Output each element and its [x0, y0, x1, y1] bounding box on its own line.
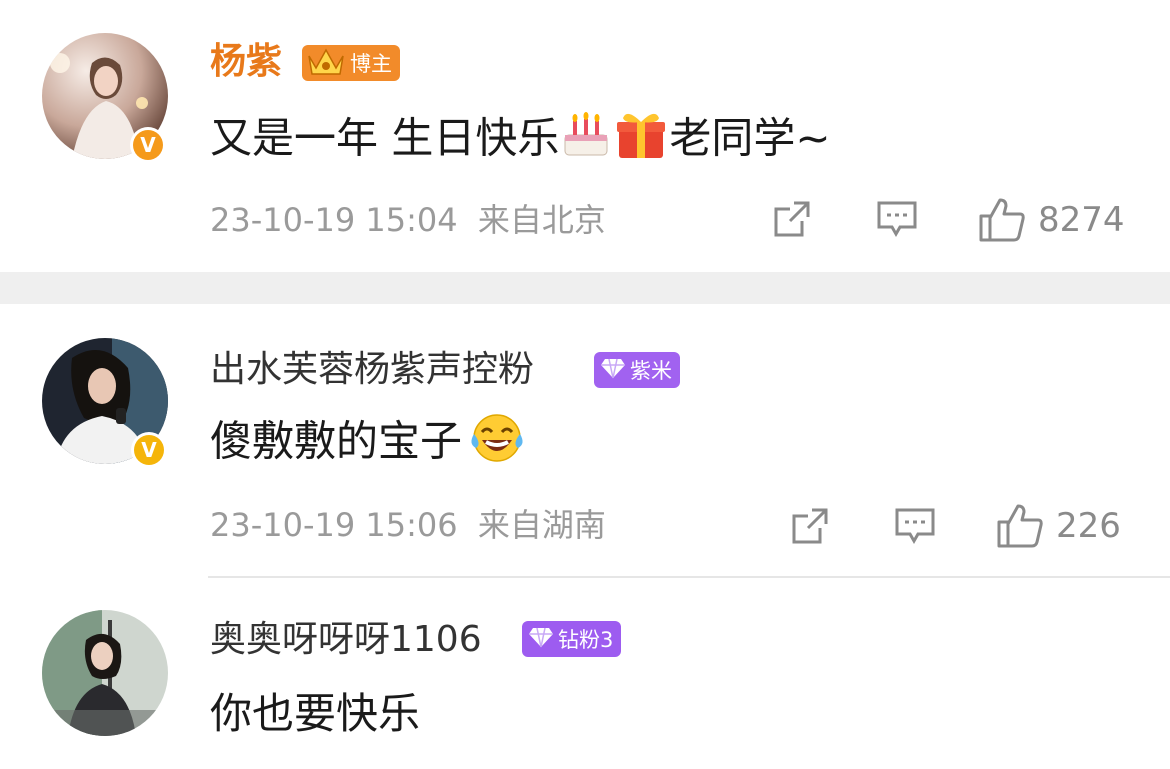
username[interactable]: 杨紫: [210, 40, 282, 84]
comment-text-main: 又是一年 生日快乐: [210, 113, 560, 163]
diamond-icon: [600, 357, 626, 384]
laughing-tears-emoji: [468, 412, 526, 476]
comment-meta: 23-10-19 15:06 来自湖南: [210, 505, 606, 545]
avatar[interactable]: [42, 610, 168, 736]
comment-text-main: 傻敷敷的宝子: [210, 416, 463, 466]
gift-emoji: [613, 110, 669, 172]
like-count: 8274: [1038, 200, 1125, 240]
share-button[interactable]: [790, 506, 830, 546]
comment-text-tail: 老同学~: [669, 113, 831, 163]
thumbs-up-icon: [979, 198, 1025, 242]
diamond-icon: [528, 626, 554, 653]
comment-button[interactable]: [894, 505, 936, 547]
comment-text-main: 你也要快乐: [210, 689, 421, 738]
timestamp: 23-10-19 15:06: [210, 506, 458, 544]
like-button[interactable]: 8274: [978, 196, 1125, 244]
share-button[interactable]: [772, 199, 812, 239]
share-icon: [792, 508, 828, 544]
timestamp: 23-10-19 15:04: [210, 201, 458, 239]
crown-icon: [306, 46, 346, 81]
share-icon: [774, 201, 810, 237]
badge-label: 紫米: [630, 359, 672, 383]
thumbs-up-icon: [997, 504, 1043, 548]
birthday-cake-emoji: [559, 111, 613, 171]
comment-item: 奥奥呀呀呀1106 钻粉3 你也要快乐: [0, 578, 1170, 769]
verified-v-icon: V: [133, 130, 163, 160]
comment-icon: [877, 201, 917, 238]
comment-meta: 23-10-19 15:04 来自北京: [210, 200, 606, 240]
username[interactable]: 奥奥呀呀呀1106: [210, 618, 482, 662]
verified-badge-icon: V: [131, 432, 167, 468]
badge-label: 博主: [350, 52, 392, 76]
location: 来自北京: [477, 201, 606, 239]
comment-text: 又是一年 生日快乐 老同学~: [210, 110, 831, 172]
blogger-badge: 博主: [302, 45, 400, 81]
verified-v-icon: V: [134, 435, 164, 465]
like-count: 226: [1056, 506, 1121, 546]
comment-icon: [895, 508, 935, 545]
section-separator: [0, 272, 1170, 304]
fan-badge: 钻粉3: [522, 621, 622, 657]
verified-badge-icon: V: [130, 127, 166, 163]
fan-badge: 紫米: [594, 352, 680, 388]
comment-text: 傻敷敷的宝子: [210, 412, 526, 476]
username[interactable]: 出水芙蓉杨紫声控粉: [210, 348, 534, 392]
like-button[interactable]: 226: [996, 502, 1121, 550]
comment-item: V 出水芙蓉杨紫声控粉 紫米 傻敷敷的宝子 23-10-19 15:06 来自湖…: [0, 304, 1170, 576]
comment-button[interactable]: [876, 198, 918, 240]
location: 来自湖南: [477, 506, 606, 544]
comment-text: 你也要快乐: [210, 688, 420, 740]
comment-item: V 杨紫 博主 又是一年 生日快乐 老同学~ 23-10-19 15:04 来自…: [0, 0, 1170, 272]
badge-label: 钻粉3: [558, 628, 614, 652]
